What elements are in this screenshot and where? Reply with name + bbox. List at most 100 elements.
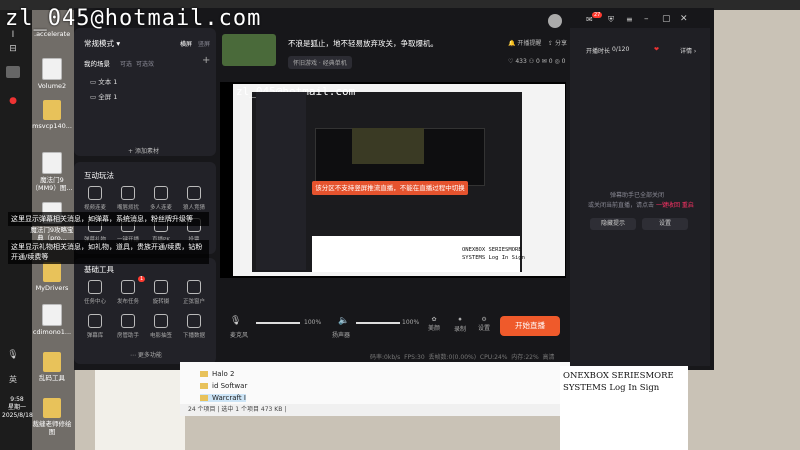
scenes-sub2[interactable]: 可选效: [136, 59, 154, 68]
message-badge: 27: [592, 12, 603, 18]
avatar[interactable]: [548, 14, 562, 28]
interact-item[interactable]: 视频连麦: [79, 186, 111, 211]
open-alert-button[interactable]: 🔔 开播提醒: [508, 38, 541, 47]
desktop-icon[interactable]: MyDrivers: [30, 262, 74, 292]
share-button[interactable]: ⇪ 分享: [548, 38, 567, 47]
file-icon: [42, 304, 62, 326]
image-icon[interactable]: [6, 66, 20, 78]
scenes-panel: 常规模式 ▾ 横屏 竖屏 我的场景 可选 可选效 + ▭ 文本 1 ▭ 全屏 1…: [74, 28, 216, 156]
live-duration-label: 开播时长: [586, 48, 611, 55]
tool-item[interactable]: 正弦窗户: [178, 280, 210, 305]
folder-icon: [200, 371, 208, 377]
ad-icon: [121, 280, 135, 294]
minimize-icon[interactable]: –: [644, 14, 649, 24]
settings-tip-button[interactable]: 设置: [642, 218, 688, 230]
folder-icon: [200, 395, 208, 401]
person-icon: ⚇: [528, 58, 535, 65]
scenes-sub1[interactable]: 可选: [120, 59, 132, 68]
tool-item[interactable]: 旋转摄: [145, 280, 177, 305]
desktop-icon[interactable]: 乱码工具: [30, 352, 74, 382]
shirt-icon[interactable]: ⛨: [608, 15, 614, 25]
beauty-button[interactable]: ✿ 美颜: [428, 316, 440, 332]
record-button[interactable]: ⏺ 录制: [454, 316, 466, 333]
settings-button[interactable]: ⚙ 设置: [478, 316, 490, 332]
speaker-slider[interactable]: [356, 322, 400, 324]
add-source-button[interactable]: + 添加素材: [128, 146, 159, 155]
interact-item[interactable]: 狼人竞猜: [178, 186, 210, 211]
email-overlay: zl_045@hotmail.com: [5, 6, 262, 31]
desktop-background: [95, 360, 185, 450]
app-icon[interactable]: ●: [6, 96, 20, 108]
assistant-notice-2: 或关闭当前直播，请点击 一键收回 重启: [588, 202, 694, 209]
tool-item[interactable]: 电影抽签: [145, 314, 177, 339]
maximize-icon[interactable]: ▢: [662, 14, 671, 24]
mic-slider-fill: [256, 322, 300, 324]
left-panel: 常规模式 ▾ 横屏 竖屏 我的场景 可选 可选效 + ▭ 文本 1 ▭ 全屏 1…: [74, 28, 216, 366]
interact-item[interactable]: 嘴唇烦扰: [112, 186, 144, 211]
console-window: ONEXBOX SERIESMORE SYSTEMS Log In Sign: [560, 366, 688, 450]
hide-tip-button[interactable]: 隐藏提示: [590, 218, 636, 230]
clock-time: 9:58: [10, 396, 24, 403]
record-icon: ⏺: [458, 316, 462, 323]
gift-tooltip: 这里显示礼物相关消息，如礼物，道具，贵族开通/续费，钻粉开通/续费等: [8, 240, 209, 264]
desktop-icon[interactable]: msvcp140...: [30, 100, 74, 130]
nested-left-panel: [256, 92, 306, 270]
start-live-button[interactable]: 开始直播: [500, 316, 560, 336]
desktop-icon[interactable]: 裁缝老师修绘图: [30, 398, 74, 436]
taskbar-clock[interactable]: 9:58 星期一 2025/8/18: [2, 396, 33, 420]
folder-icon: [43, 262, 61, 282]
detail-link[interactable]: 详情 ›: [680, 46, 696, 55]
more-tools-button[interactable]: ⋯ 更多功能: [130, 350, 162, 359]
layout-icon[interactable]: ⊟: [6, 44, 20, 56]
mic-slider[interactable]: [256, 322, 300, 324]
desktop-icon[interactable]: cdimono1...: [30, 304, 74, 336]
right-panel: 开播时长 0/120 ❤ 详情 › 弹幕助手已全部关闭 或关闭当前直播，请点击 …: [570, 28, 710, 366]
chart-icon: [187, 314, 201, 328]
file-icon: [42, 152, 62, 174]
interact-title: 互动玩法: [84, 171, 114, 180]
explorer-row[interactable]: Halo 2: [200, 370, 234, 378]
restart-link[interactable]: 重启: [682, 202, 694, 209]
desktop-icon[interactable]: Volume2: [30, 58, 74, 90]
speaker-slider-fill: [356, 322, 400, 324]
tool-item[interactable]: 房管助手: [112, 314, 144, 339]
close-icon[interactable]: ✕: [680, 14, 688, 24]
tab-landscape[interactable]: 横屏: [180, 39, 192, 48]
source-item[interactable]: ▭ 文本 1: [90, 76, 117, 86]
tab-portrait[interactable]: 竖屏: [198, 39, 210, 48]
speaker-icon[interactable]: 🔈: [338, 316, 349, 326]
tool-item[interactable]: 任务中心: [79, 280, 111, 305]
ime-indicator[interactable]: 英: [6, 374, 20, 386]
interact-item[interactable]: 多人连麦: [145, 186, 177, 211]
shield-icon: [121, 186, 135, 200]
live-counter: 0/120: [612, 46, 630, 53]
mic-icon[interactable]: 🎙: [6, 350, 20, 362]
explorer-row[interactable]: Warcraft I: [200, 394, 246, 402]
add-scene-icon[interactable]: +: [202, 55, 210, 66]
nested-console: ONEXBOX SERIESMORE SYSTEMS Log In Sign: [462, 247, 525, 261]
tool-item[interactable]: 发布任务: [112, 280, 144, 305]
menu-icon[interactable]: ≡: [626, 15, 633, 24]
folder-icon: [43, 352, 61, 372]
mic-icon[interactable]: 🎙: [230, 316, 241, 326]
beauty-icon: ✿: [431, 316, 437, 323]
tool-item[interactable]: 弹幕库: [79, 314, 111, 339]
mic-label: 麦克风: [230, 332, 249, 339]
game-cover[interactable]: [222, 34, 276, 66]
mark-icon[interactable]: I: [6, 30, 20, 42]
status-line: 码率:0kb/s FPS:30 丢帧数:0(0.00%) CPU:24% 内存:…: [370, 354, 555, 361]
folder-icon: [43, 398, 61, 418]
explorer-row[interactable]: id Softwar: [200, 382, 247, 390]
restore-link[interactable]: 一键收回: [656, 202, 680, 209]
category-tag[interactable]: 怀旧游戏 · 经典单机: [288, 56, 352, 69]
video-icon: [88, 186, 102, 200]
coin-icon: ◎: [554, 58, 560, 65]
source-item[interactable]: ▭ 全屏 1: [90, 91, 117, 101]
clock-date: 2025/8/18: [2, 412, 33, 419]
game-title[interactable]: 不浪是狐止，地不轻易放弃攻关，争取爆机。: [288, 38, 478, 49]
scenes-title: 我的场景: [84, 60, 110, 68]
mode-selector[interactable]: 常规模式 ▾: [84, 38, 120, 49]
desktop-icon[interactable]: 魔法门9（MM9）图...: [30, 152, 74, 192]
tool-item[interactable]: 下播数据: [178, 314, 210, 339]
admin-icon: [121, 314, 135, 328]
